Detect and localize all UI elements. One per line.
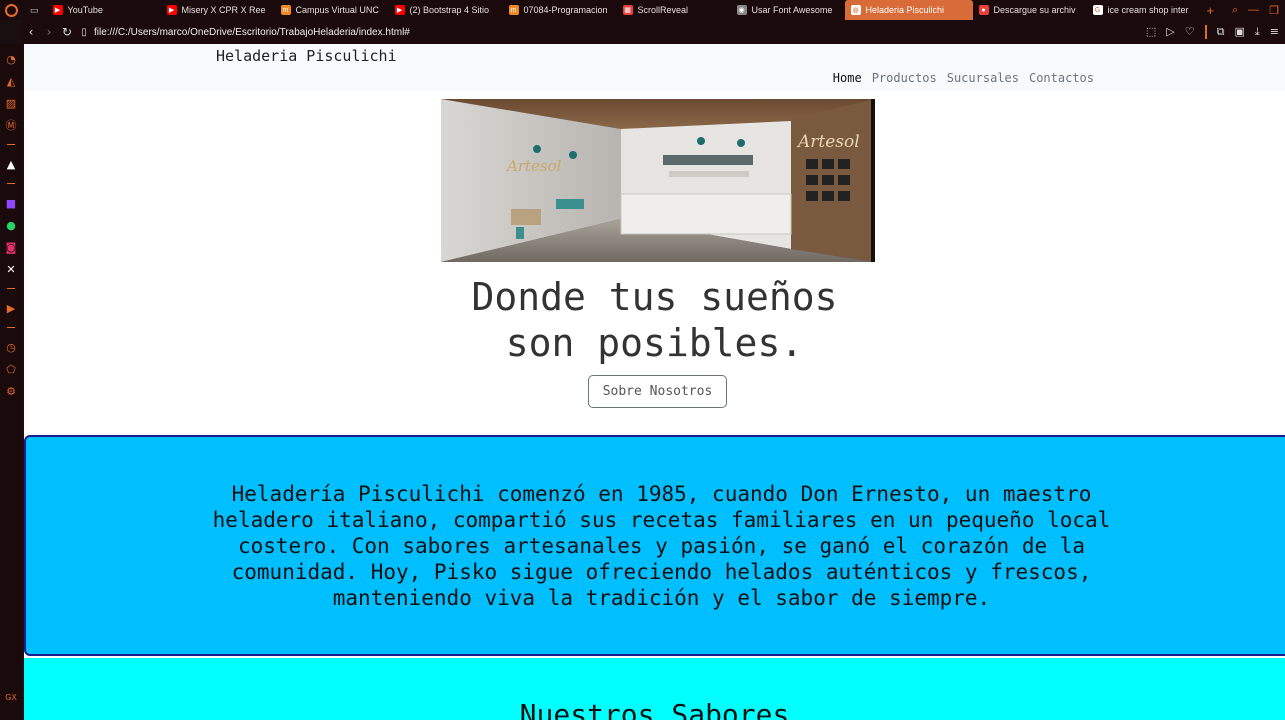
sidebar-separator: [7, 288, 15, 289]
flavors-section: Nuestros Sabores: [24, 658, 1285, 720]
tab-label: Usar Font Awesome: [751, 5, 833, 15]
web-page: Heladeria Pisculichi Home Productos Sucurs…: [24, 44, 1285, 720]
back-icon[interactable]: ‹: [22, 25, 40, 39]
tab-favicon-icon: ▶: [394, 5, 405, 15]
forward-icon[interactable]: ›: [40, 25, 58, 39]
player-icon[interactable]: ▷: [1166, 25, 1174, 39]
tab-favicon-icon: ◉: [736, 5, 747, 15]
hero-title: Donde tus sueños son posibles.: [471, 275, 838, 365]
browser-tab[interactable]: ▶ YouTube: [47, 0, 161, 20]
tab-favicon-icon: ◍: [850, 5, 861, 15]
twitch-icon[interactable]: ■: [0, 192, 22, 214]
tab-favicon-icon: G: [1092, 5, 1103, 15]
sidebar-separator: [7, 144, 15, 145]
url-field[interactable]: file:///C:/Users/marco/OneDrive/Escritor…: [94, 27, 410, 38]
about-us-button[interactable]: Sobre Nosotros: [588, 375, 727, 408]
opera-menu-icon[interactable]: [0, 0, 22, 20]
toolbar-separator: [1204, 25, 1207, 39]
tab-label: Campus Virtual UNC: [295, 5, 379, 15]
tab-favicon-icon: ●: [978, 5, 989, 15]
tab-label: YouTube: [67, 5, 103, 15]
tab-favicon-icon: m: [508, 5, 519, 15]
player-sidebar-icon[interactable]: ▶: [0, 297, 22, 319]
snapshot-icon[interactable]: ⬚: [1146, 25, 1156, 39]
extensions-sidebar-icon[interactable]: ⬠: [0, 358, 22, 380]
browser-tab[interactable]: ● Descargue su archiv: [973, 0, 1087, 20]
layers-icon[interactable]: ▨: [0, 92, 22, 114]
address-bar: ‹ › ↻ ▯ file:///C:/Users/marco/OneDrive/…: [22, 20, 1285, 44]
tab-favicon-icon: m: [280, 5, 291, 15]
sidebar-separator: [7, 327, 15, 328]
browser-tab[interactable]: Gice cream shop inter: [1087, 0, 1201, 20]
browser-tab[interactable]: m 07084-Programacion: [503, 0, 617, 20]
browser-tab-bar: ▭ ▶ YouTube ▶ Misery X CPR X Ree m Campus Vir…: [0, 0, 1285, 20]
tab-label: Descargue su archiv: [993, 5, 1076, 15]
browser-tab[interactable]: m Campus Virtual UNC: [275, 0, 389, 20]
opera-sidebar: ◔ ◭ ▨ Ⓜ ▲ ■ ● ◙ ✕ ▶ ◷ ⬠ ⚙ GX: [0, 44, 22, 720]
aria-icon[interactable]: ◔: [0, 48, 22, 70]
whatsapp-icon[interactable]: ●: [0, 214, 22, 236]
nav-link-productos[interactable]: Productos: [872, 71, 937, 85]
extensions-icon[interactable]: ⧉: [1217, 25, 1225, 39]
browser-tab[interactable]: ▦ ScrollReveal: [617, 0, 731, 20]
bookmark-heart-icon[interactable]: ♡: [1185, 25, 1195, 39]
menu-icon[interactable]: ≡: [1270, 25, 1279, 39]
instagram-icon[interactable]: ◙: [0, 236, 22, 258]
aria-ai-icon[interactable]: ▲: [0, 153, 22, 175]
m-app-icon[interactable]: Ⓜ: [0, 114, 22, 136]
downloads-icon[interactable]: ⤓: [1255, 25, 1260, 39]
browser-tab[interactable]: ▶ (2) Bootstrap 4 Sitio: [389, 0, 503, 20]
tab-favicon-icon: ▦: [622, 5, 633, 15]
wallet-icon[interactable]: ▣: [1235, 25, 1245, 39]
file-icon: ▯: [81, 26, 87, 38]
tab-label: (2) Bootstrap 4 Sitio: [409, 5, 490, 15]
search-tabs-icon[interactable]: ⌕: [1232, 4, 1238, 17]
stack-icon[interactable]: ◭: [0, 70, 22, 92]
tab-label: 07084-Programacion: [523, 5, 608, 15]
flavors-title: Nuestros Sabores: [519, 698, 790, 720]
gx-logo-icon[interactable]: GX: [5, 693, 17, 702]
window-controls: ⌕ — ❐: [1232, 4, 1285, 17]
site-brand[interactable]: Heladeria Pisculichi: [216, 47, 397, 65]
nav-link-contactos[interactable]: Contactos: [1029, 71, 1094, 85]
nav-link-home[interactable]: Home: [833, 71, 862, 85]
reload-icon[interactable]: ↻: [58, 25, 76, 39]
maximize-icon[interactable]: ❐: [1269, 4, 1279, 17]
browser-tab[interactable]: ◉ Usar Font Awesome: [731, 0, 845, 20]
browser-tab[interactable]: ◍ Heladeria Pisculichi: [844, 0, 973, 20]
svg-text:Artesol: Artesol: [796, 132, 860, 152]
site-navbar: Heladeria Pisculichi Home Productos Sucurs…: [24, 44, 1285, 91]
settings-icon[interactable]: ⚙: [0, 380, 22, 402]
minimize-icon[interactable]: —: [1248, 4, 1259, 17]
nav-link-sucursales[interactable]: Sucursales: [947, 71, 1019, 85]
tab-label: Heladeria Pisculichi: [865, 5, 945, 15]
nav-links: Home Productos Sucursales Contactos: [833, 71, 1094, 85]
about-text: Heladería Pisculichi comenzó en 1985, cu…: [212, 481, 1111, 610]
workspace-icon[interactable]: ▭: [22, 0, 47, 20]
tab-favicon-icon: ▶: [52, 5, 63, 15]
browser-tab[interactable]: ▶ Misery X CPR X Ree: [161, 0, 275, 20]
about-section: Heladería Pisculichi comenzó en 1985, cu…: [24, 435, 1285, 656]
sidebar-separator: [7, 183, 15, 184]
svg-text:Artesol: Artesol: [505, 157, 562, 175]
hero-image: Artesol Artesol: [441, 99, 875, 262]
history-icon[interactable]: ◷: [0, 336, 22, 358]
new-tab-icon[interactable]: +: [1201, 3, 1221, 18]
tab-label: ice cream shop inter: [1107, 5, 1189, 15]
tab-label: Misery X CPR X Ree: [181, 5, 266, 15]
x-icon[interactable]: ✕: [0, 258, 22, 280]
tab-favicon-icon: ▶: [166, 5, 177, 15]
tab-label: ScrollReveal: [637, 5, 689, 15]
